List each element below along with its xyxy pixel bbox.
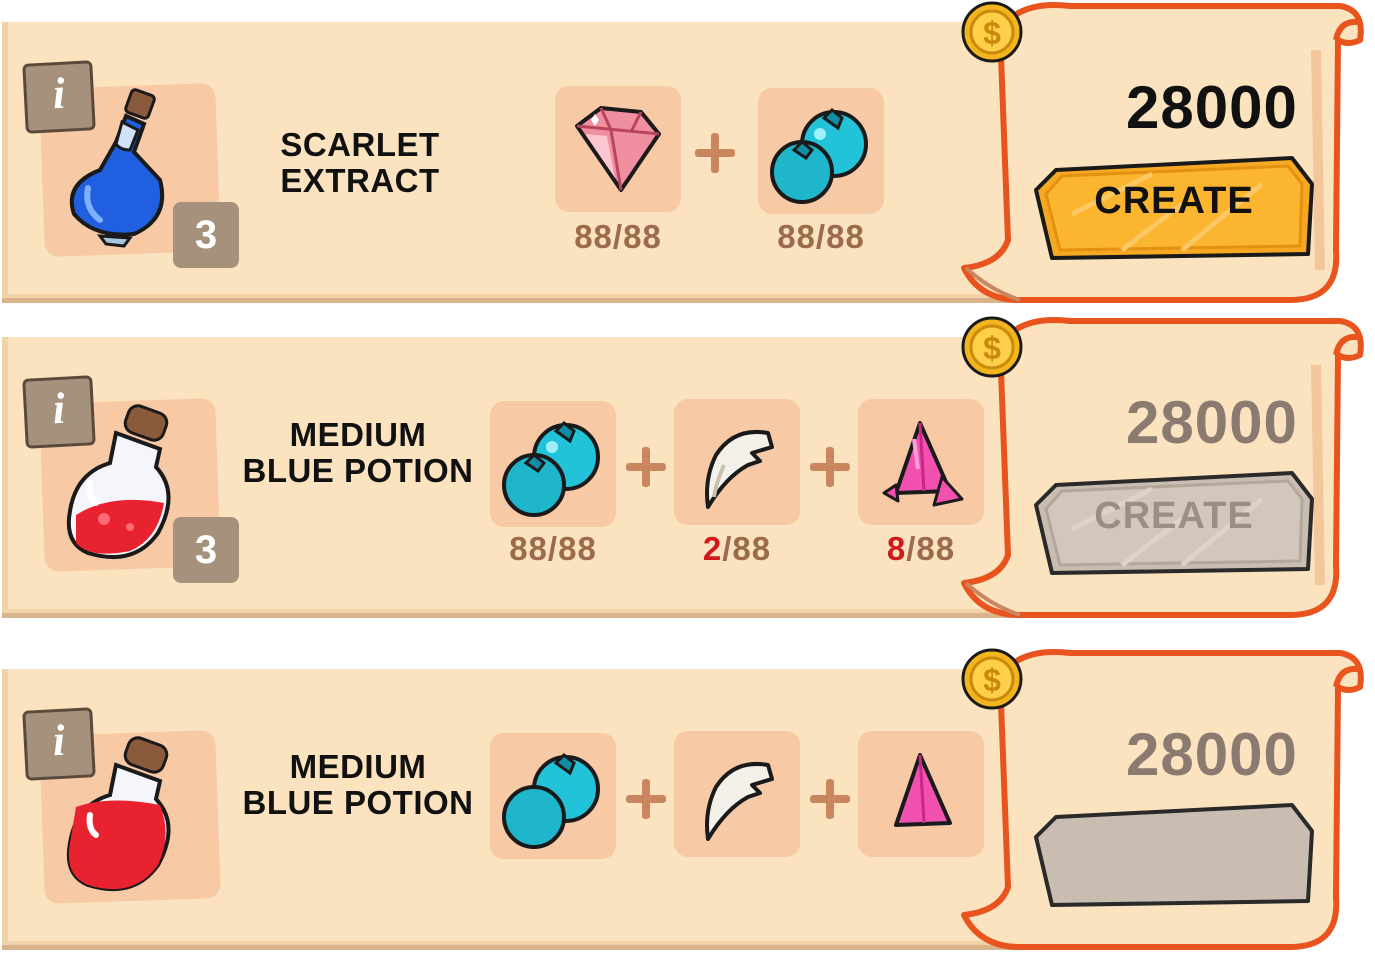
ingredient-slot[interactable] [555, 86, 681, 212]
plus-icon [626, 779, 666, 819]
blueberry-icon [502, 752, 600, 849]
ingredient-slot[interactable] [674, 399, 800, 525]
count-badge: 3 [173, 202, 239, 268]
create-button-label: CREATE [1094, 495, 1254, 537]
count-badge: 3 [173, 517, 239, 583]
coin-icon: $ [961, 1, 1023, 63]
recipe-name-line2: BLUE POTION [242, 784, 474, 821]
fang-icon [705, 762, 774, 841]
coin-icon: $ [961, 648, 1023, 710]
blueberry-icon [770, 107, 868, 204]
svg-text:$: $ [983, 330, 1001, 366]
coin-icon: $ [961, 316, 1023, 378]
ingredient-quantity: 2/88 [702, 530, 772, 567]
ingredient-quantity: 88/88 [574, 218, 662, 255]
price-value: 28000 [1126, 389, 1298, 456]
pink-gem-icon [575, 106, 661, 192]
svg-text:$: $ [983, 15, 1001, 51]
recipe-name-line2: BLUE POTION [242, 452, 474, 489]
recipe-row: i MEDIUM BLUE POTION $ 28000 [0, 647, 1375, 950]
price-value: 28000 [1126, 721, 1298, 788]
fang-icon [705, 430, 774, 509]
ingredient-quantity: 88/88 [777, 218, 865, 255]
price-scroll: $ 28000 CREATE [960, 0, 1375, 315]
recipe-name-line1: MEDIUM [289, 748, 427, 785]
create-button-label: CREATE [1094, 180, 1254, 222]
recipe-name: SCARLET EXTRACT [240, 127, 480, 199]
plus-icon [810, 447, 850, 487]
recipe-name: MEDIUM BLUE POTION [238, 749, 478, 821]
price-scroll: $ 28000 CREATE [960, 315, 1375, 630]
price-value: 28000 [1126, 74, 1298, 141]
svg-text:$: $ [983, 662, 1001, 698]
create-button[interactable]: CREATE [1032, 469, 1316, 579]
create-button-frame [1034, 803, 1314, 907]
recipe-name: MEDIUM BLUE POTION [238, 417, 478, 489]
plus-icon [626, 447, 666, 487]
create-button[interactable] [1032, 801, 1316, 911]
plus-icon [810, 779, 850, 819]
ingredient-quantity: 88/88 [509, 530, 597, 567]
info-button[interactable]: i [22, 60, 96, 134]
info-button[interactable]: i [22, 707, 96, 781]
info-button[interactable]: i [22, 375, 96, 449]
ingredient-slot[interactable] [490, 401, 616, 527]
ingredient-slot[interactable] [674, 731, 800, 857]
price-scroll: $ 28000 [960, 647, 1375, 962]
recipe-name-line1: MEDIUM [289, 416, 427, 453]
ingredient-slot[interactable] [758, 88, 884, 214]
plus-icon [695, 133, 735, 173]
create-button[interactable]: CREATE [1032, 154, 1316, 264]
ingredient-slot[interactable] [490, 733, 616, 859]
recipe-name-line2: EXTRACT [280, 162, 440, 199]
blueberry-icon [502, 420, 600, 517]
recipe-name-line1: SCARLET [280, 126, 440, 163]
recipe-row: i 3 SCARLET EXTRACT 88/88 88/88 $ 28000 … [0, 0, 1375, 303]
recipe-row: i 3 MEDIUM BLUE POTION 88/88 2/88 8/88 $… [0, 315, 1375, 618]
